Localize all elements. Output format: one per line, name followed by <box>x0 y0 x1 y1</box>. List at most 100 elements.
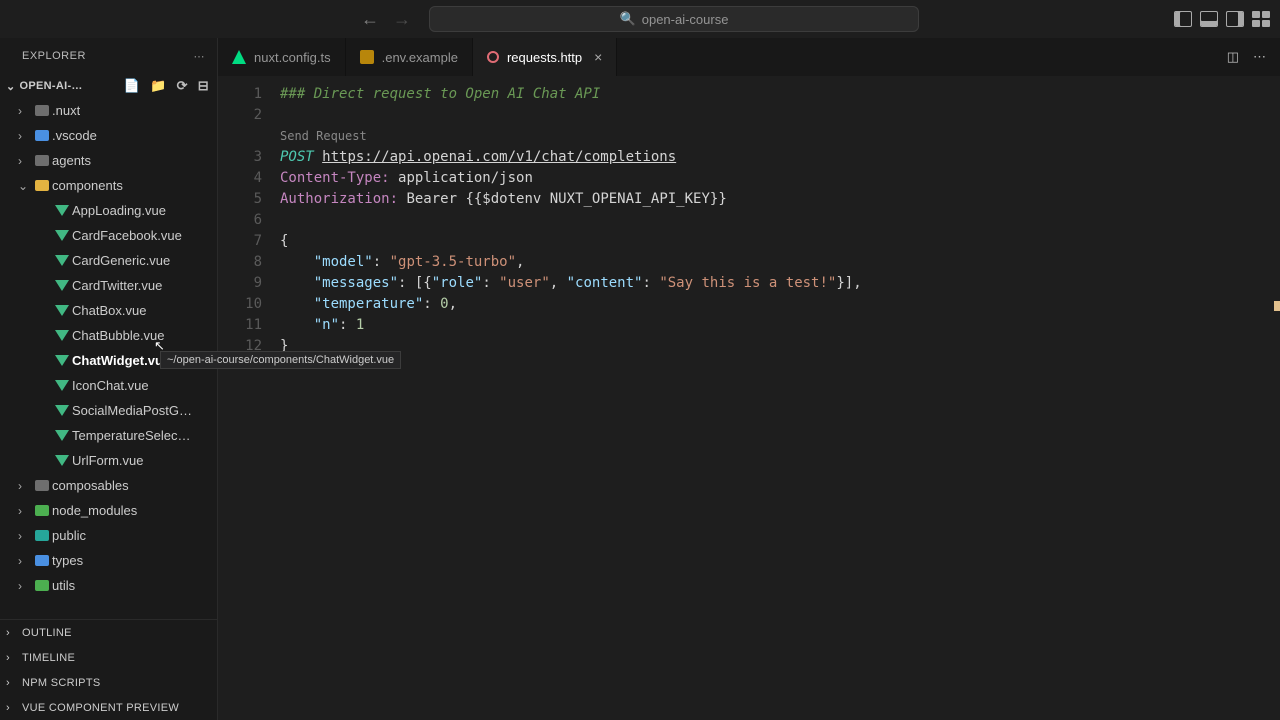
tree-label: public <box>52 528 86 543</box>
code-line[interactable]: Authorization: Bearer {{$dotenv NUXT_OPE… <box>280 189 1280 210</box>
tab-nuxt-config-ts[interactable]: nuxt.config.ts <box>218 38 346 76</box>
project-name: OPEN-AI-… <box>20 80 83 92</box>
folder--vscode[interactable]: ›.vscode <box>0 123 217 148</box>
tab-requests-http[interactable]: requests.http× <box>473 38 617 76</box>
folder-icon <box>35 105 49 116</box>
file-chatbox-vue[interactable]: ChatBox.vue <box>0 298 217 323</box>
panel-outline[interactable]: ›OUTLINE <box>0 620 217 645</box>
vue-icon <box>55 205 69 216</box>
tree-label: AppLoading.vue <box>72 203 166 218</box>
explorer-title: EXPLORER <box>22 50 86 62</box>
code-line[interactable] <box>280 210 1280 231</box>
new-file-icon[interactable]: 📄 <box>124 78 141 94</box>
code-line[interactable]: "messages": [{"role": "user", "content":… <box>280 273 1280 294</box>
env-icon <box>360 50 374 64</box>
tree-label: node_modules <box>52 503 137 518</box>
file-cardgeneric-vue[interactable]: CardGeneric.vue <box>0 248 217 273</box>
panel-npm-scripts[interactable]: ›NPM SCRIPTS <box>0 670 217 695</box>
search-text: open-ai-course <box>642 12 729 27</box>
code-line[interactable]: { <box>280 231 1280 252</box>
split-editor-icon[interactable]: ◫ <box>1227 49 1239 65</box>
code-line[interactable]: "temperature": 0, <box>280 294 1280 315</box>
folder-public[interactable]: ›public <box>0 523 217 548</box>
tree-label: utils <box>52 578 75 593</box>
file-socialmediapostg-[interactable]: SocialMediaPostG… <box>0 398 217 423</box>
panel-timeline[interactable]: ›TIMELINE <box>0 645 217 670</box>
tree-label: TemperatureSelec… <box>72 428 191 443</box>
tree-label: CardFacebook.vue <box>72 228 182 243</box>
vue-icon <box>55 405 69 416</box>
refresh-icon[interactable]: ⟳ <box>177 78 188 94</box>
vue-icon <box>55 330 69 341</box>
folder-icon <box>35 180 49 191</box>
panel-vue-component-preview[interactable]: ›VUE COMPONENT PREVIEW <box>0 695 217 720</box>
tab--env-example[interactable]: .env.example <box>346 38 473 76</box>
folder-icon <box>35 505 49 516</box>
layout-grid-icon[interactable] <box>1252 11 1270 27</box>
chevron-right-icon: › <box>6 702 10 714</box>
tree-label: UrlForm.vue <box>72 453 144 468</box>
code-line[interactable] <box>280 105 1280 126</box>
folder-icon <box>35 130 49 141</box>
folder-node-modules[interactable]: ›node_modules <box>0 498 217 523</box>
tabs: nuxt.config.ts.env.examplerequests.http×… <box>218 38 1280 76</box>
code-line[interactable]: "n": 1 <box>280 315 1280 336</box>
tree-label: .vscode <box>52 128 97 143</box>
panel-right-icon[interactable] <box>1226 11 1244 27</box>
tree-label: ChatBox.vue <box>72 303 146 318</box>
sidebar: EXPLORER ⋯ ⌄ OPEN-AI-… 📄 📁 ⟳ ⊟ ›.nuxt›.v… <box>0 38 218 720</box>
folder-types[interactable]: ›types <box>0 548 217 573</box>
vue-icon <box>55 305 69 316</box>
close-icon[interactable]: × <box>594 49 602 65</box>
folder-agents[interactable]: ›agents <box>0 148 217 173</box>
file-urlform-vue[interactable]: UrlForm.vue <box>0 448 217 473</box>
file-cardtwitter-vue[interactable]: CardTwitter.vue <box>0 273 217 298</box>
folder-icon <box>35 480 49 491</box>
code-line[interactable]: Content-Type: application/json <box>280 168 1280 189</box>
code-line[interactable]: } <box>280 336 1280 357</box>
new-folder-icon[interactable]: 📁 <box>150 78 167 94</box>
more-icon[interactable]: ⋯ <box>194 50 206 63</box>
tab-more-icon[interactable]: ⋯ <box>1253 49 1266 65</box>
file-apploading-vue[interactable]: AppLoading.vue <box>0 198 217 223</box>
cursor-icon: ↖ <box>154 338 165 354</box>
tree-label: ChatBubble.vue <box>72 328 165 343</box>
file-chatbubble-vue[interactable]: ChatBubble.vue <box>0 323 217 348</box>
chevron-icon: › <box>18 579 32 593</box>
tree-label: CardTwitter.vue <box>72 278 162 293</box>
folder--nuxt[interactable]: › .nuxt <box>0 98 217 123</box>
vue-icon <box>55 380 69 391</box>
file-iconchat-vue[interactable]: IconChat.vue <box>0 373 217 398</box>
collapse-icon[interactable]: ⊟ <box>198 78 209 94</box>
code[interactable]: ### Direct request to Open AI Chat API Se… <box>280 76 1280 720</box>
folder-icon <box>35 580 49 591</box>
project-header[interactable]: ⌄ OPEN-AI-… 📄 📁 ⟳ ⊟ <box>0 74 217 98</box>
vue-icon <box>55 280 69 291</box>
search-input[interactable]: 🔍 open-ai-course <box>429 6 919 32</box>
panel-bottom-icon[interactable] <box>1200 11 1218 27</box>
chevron-icon: › <box>18 554 32 568</box>
folder-components[interactable]: ⌄components <box>0 173 217 198</box>
tree-label: .nuxt <box>52 103 80 118</box>
file-cardfacebook-vue[interactable]: CardFacebook.vue <box>0 223 217 248</box>
chevron-right-icon: › <box>6 652 10 664</box>
nav-back-icon[interactable]: ← <box>361 9 379 30</box>
folder-icon <box>35 155 49 166</box>
code-line[interactable]: POST https://api.openai.com/v1/chat/comp… <box>280 147 1280 168</box>
file-temperatureselec-[interactable]: TemperatureSelec… <box>0 423 217 448</box>
vue-icon <box>55 455 69 466</box>
vue-icon <box>55 430 69 441</box>
chevron-icon: › <box>18 154 32 168</box>
send-request-codelens[interactable]: Send Request <box>280 126 1280 147</box>
tree-label: CardGeneric.vue <box>72 253 170 268</box>
minimap-mark <box>1274 301 1280 311</box>
panel-left-icon[interactable] <box>1174 11 1192 27</box>
http-icon <box>487 51 499 63</box>
code-line[interactable]: "model": "gpt-3.5-turbo", <box>280 252 1280 273</box>
tree-label: components <box>52 178 123 193</box>
folder-composables[interactable]: ›composables <box>0 473 217 498</box>
folder-utils[interactable]: › utils <box>0 573 217 598</box>
nav-forward-icon[interactable]: → <box>393 9 411 30</box>
code-line[interactable]: ### Direct request to Open AI Chat API <box>280 84 1280 105</box>
chevron-icon: › <box>18 104 32 118</box>
